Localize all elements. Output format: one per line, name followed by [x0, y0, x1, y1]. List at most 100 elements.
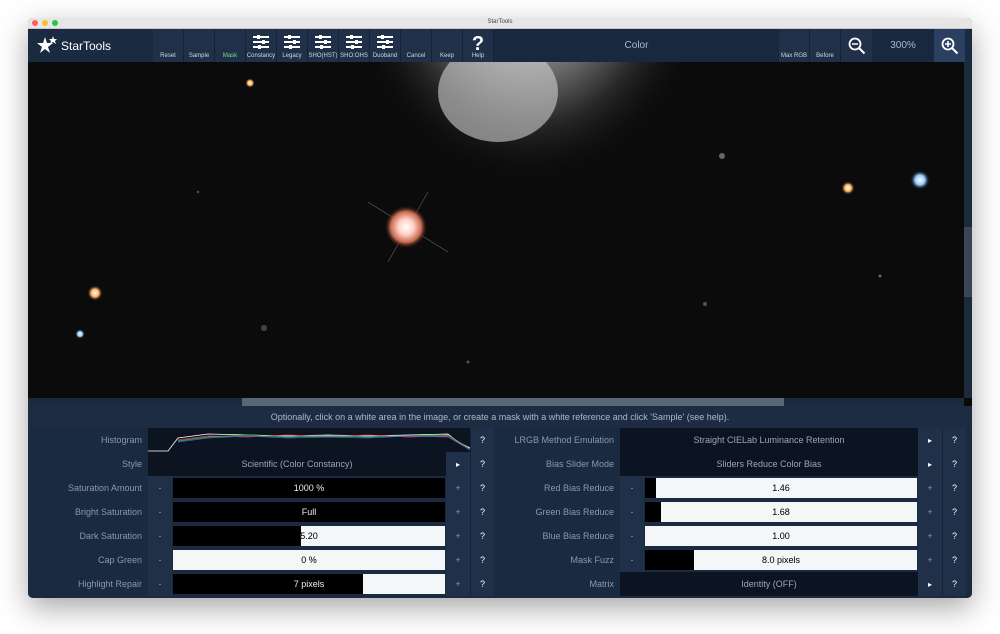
bias-mode-next-button[interactable]: ▸: [918, 452, 942, 476]
sliders-icon: [315, 35, 331, 49]
zoom-level: 300%: [872, 29, 934, 62]
increase-button[interactable]: +: [446, 548, 470, 572]
toolbar: StarTools Reset Sample Mask Constancy Le…: [28, 29, 972, 62]
slider-value: 1.00: [772, 531, 790, 541]
decrease-button[interactable]: -: [620, 548, 644, 572]
decrease-button[interactable]: -: [148, 524, 172, 548]
increase-button[interactable]: +: [918, 500, 942, 524]
help-button-row[interactable]: ?: [942, 524, 966, 548]
dark-saturation-slider[interactable]: 5.20: [172, 525, 446, 547]
help-button-row[interactable]: ?: [942, 572, 966, 596]
slider-value: 1000 %: [293, 483, 325, 493]
highlight-repair-slider[interactable]: 7 pixels: [172, 573, 446, 595]
duoband-button[interactable]: Duoband: [370, 29, 401, 62]
slider-value: 7 pixels: [293, 579, 325, 589]
saturation-amount-slider[interactable]: 1000 %: [172, 477, 446, 499]
decrease-button[interactable]: -: [148, 476, 172, 500]
before-button[interactable]: Before: [810, 29, 841, 62]
cancel-button[interactable]: Cancel: [401, 29, 432, 62]
param-matrix: Matrix Identity (OFF) ▸ ?: [500, 572, 966, 596]
lrgb-next-button[interactable]: ▸: [918, 428, 942, 452]
param-bright-saturation: Bright Saturation - Full + ?: [28, 500, 494, 524]
bright-saturation-slider[interactable]: Full: [172, 501, 446, 523]
increase-button[interactable]: +: [918, 524, 942, 548]
horizontal-scroll-thumb[interactable]: [242, 398, 784, 406]
param-cap-green: Cap Green - 0 % + ?: [28, 548, 494, 572]
vertical-scroll-thumb[interactable]: [964, 227, 972, 297]
param-saturation-amount: Saturation Amount - 1000 % + ?: [28, 476, 494, 500]
increase-button[interactable]: +: [446, 476, 470, 500]
param-lrgb-method: LRGB Method Emulation Straight CIELab Lu…: [500, 428, 966, 452]
help-button-row[interactable]: ?: [470, 476, 494, 500]
constancy-button[interactable]: Constancy: [246, 29, 277, 62]
decrease-button[interactable]: -: [148, 500, 172, 524]
hint-text: Optionally, click on a white area in the…: [28, 406, 972, 428]
increase-button[interactable]: +: [446, 500, 470, 524]
sliders-icon: [253, 35, 269, 49]
slider-value: 1.46: [772, 483, 790, 493]
help-button-row[interactable]: ?: [942, 428, 966, 452]
green-bias-slider[interactable]: 1.68: [644, 501, 918, 523]
help-button-row[interactable]: ?: [942, 476, 966, 500]
reset-button[interactable]: Reset: [153, 29, 184, 62]
param-blue-bias: Blue Bias Reduce - 1.00 + ?: [500, 524, 966, 548]
zoom-in-button[interactable]: [934, 29, 965, 62]
matrix-next-button[interactable]: ▸: [918, 572, 942, 596]
style-next-button[interactable]: ▸: [446, 452, 470, 476]
decrease-button[interactable]: -: [148, 548, 172, 572]
help-button-row[interactable]: ?: [470, 548, 494, 572]
mask-fuzz-slider[interactable]: 8.0 pixels: [644, 549, 918, 571]
param-red-bias: Red Bias Reduce - 1.46 + ?: [500, 476, 966, 500]
decrease-button[interactable]: -: [620, 500, 644, 524]
mask-button[interactable]: Mask: [215, 29, 246, 62]
decrease-button[interactable]: -: [620, 476, 644, 500]
vertical-scrollbar[interactable]: [964, 62, 972, 398]
window-title: StarTools: [487, 19, 513, 25]
help-button-row[interactable]: ?: [470, 500, 494, 524]
logo-text: StarTools: [61, 38, 112, 53]
decrease-button[interactable]: -: [620, 524, 644, 548]
style-select[interactable]: Scientific (Color Constancy): [148, 452, 446, 476]
module-title: Color: [494, 29, 779, 62]
help-button-row[interactable]: ?: [942, 452, 966, 476]
increase-button[interactable]: +: [446, 572, 470, 596]
param-style: Style Scientific (Color Constancy) ▸ ?: [28, 452, 494, 476]
help-style-button[interactable]: ?: [470, 452, 494, 476]
help-histogram-button[interactable]: ?: [470, 428, 494, 452]
keep-button[interactable]: Keep: [432, 29, 463, 62]
image-viewer[interactable]: [28, 62, 972, 406]
help-button-row[interactable]: ?: [470, 572, 494, 596]
increase-button[interactable]: +: [446, 524, 470, 548]
matrix-select[interactable]: Identity (OFF): [620, 572, 918, 596]
help-button-row[interactable]: ?: [942, 500, 966, 524]
param-highlight-repair: Highlight Repair - 7 pixels + ?: [28, 572, 494, 596]
legacy-button[interactable]: Legacy: [277, 29, 308, 62]
slider-value: 1.68: [772, 507, 790, 517]
increase-button[interactable]: +: [918, 548, 942, 572]
red-bias-slider[interactable]: 1.46: [644, 477, 918, 499]
zoom-out-button[interactable]: [841, 29, 872, 62]
help-button[interactable]: ? Help: [463, 29, 494, 62]
slider-value: 0 %: [301, 555, 317, 565]
sample-button[interactable]: Sample: [184, 29, 215, 62]
decrease-button[interactable]: -: [148, 572, 172, 596]
param-bias-slider-mode: Bias Slider Mode Sliders Reduce Color Bi…: [500, 452, 966, 476]
histogram-plot: [148, 433, 471, 452]
slider-value: 8.0 pixels: [761, 555, 801, 565]
increase-button[interactable]: +: [918, 476, 942, 500]
blue-bias-slider[interactable]: 1.00: [644, 525, 918, 547]
help-button-row[interactable]: ?: [470, 524, 494, 548]
star-logo-icon: [37, 35, 57, 53]
sho-ohs-button[interactable]: SHO:OHS: [339, 29, 370, 62]
max-rgb-button[interactable]: Max RGB: [779, 29, 810, 62]
param-histogram: Histogram ?: [28, 428, 494, 452]
sho-hst-button[interactable]: SHO(HST): [308, 29, 339, 62]
zoom-in-icon: [941, 37, 958, 54]
param-dark-saturation: Dark Saturation - 5.20 + ?: [28, 524, 494, 548]
bias-mode-select[interactable]: Sliders Reduce Color Bias: [620, 452, 918, 476]
help-button-row[interactable]: ?: [942, 548, 966, 572]
slider-value: Full: [301, 507, 317, 517]
horizontal-scrollbar[interactable]: [28, 398, 964, 406]
cap-green-slider[interactable]: 0 %: [172, 549, 446, 571]
lrgb-method-select[interactable]: Straight CIELab Luminance Retention: [620, 428, 918, 452]
